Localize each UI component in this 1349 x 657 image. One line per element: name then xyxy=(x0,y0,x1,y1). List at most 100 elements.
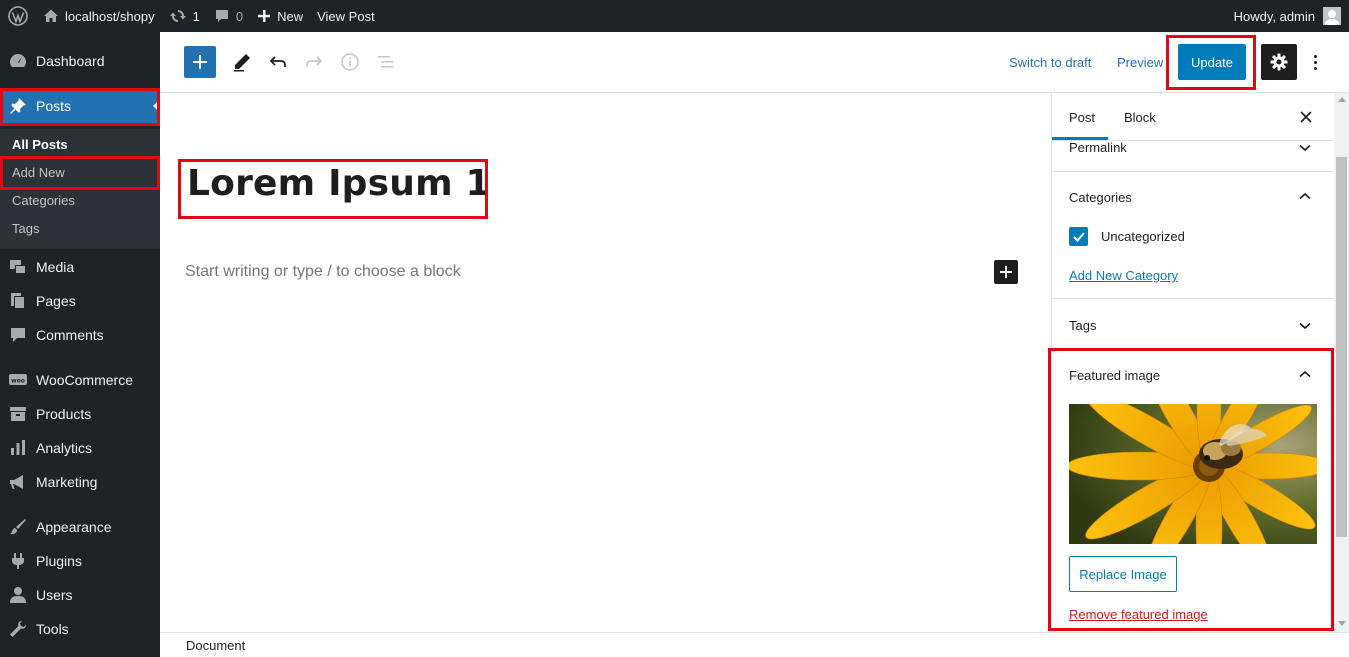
more-options-button[interactable] xyxy=(1305,48,1325,76)
settings-scrollbar[interactable] xyxy=(1334,93,1349,632)
category-checkbox[interactable] xyxy=(1069,227,1088,246)
featured-image-preview[interactable] xyxy=(1069,404,1317,544)
new-label: New xyxy=(277,8,304,24)
sidebar-item-marketing[interactable]: Marketing xyxy=(0,465,160,499)
view-post-link[interactable]: View Post xyxy=(310,0,382,32)
chevron-up-icon[interactable] xyxy=(1295,186,1315,206)
block-inserter-button[interactable] xyxy=(184,46,216,78)
comment-bubble-icon xyxy=(215,10,228,22)
comments-icon xyxy=(0,325,36,345)
chevron-up-icon[interactable] xyxy=(1295,364,1315,384)
checkmark-icon xyxy=(1072,231,1085,242)
sidebar-item-woocommerce[interactable]: woo WooCommerce xyxy=(0,363,160,397)
updates-link[interactable]: 1 xyxy=(162,0,207,32)
sidebar-item-tools[interactable]: Tools xyxy=(0,612,160,646)
bar-chart-icon xyxy=(0,438,36,458)
greeting: Howdy, admin xyxy=(1233,8,1315,24)
replace-image-button[interactable]: Replace Image xyxy=(1069,556,1177,592)
dot xyxy=(1313,66,1317,70)
editor-canvas: Lorem Ipsum 1 Start writing or type / to… xyxy=(160,93,1051,632)
my-account[interactable]: Howdy, admin xyxy=(1234,7,1349,25)
settings-toggle-button[interactable] xyxy=(1261,44,1297,80)
tab-block[interactable]: Block xyxy=(1124,110,1156,125)
info-icon xyxy=(341,53,359,71)
preview-button[interactable]: Preview xyxy=(1117,55,1163,70)
edit-mode-button[interactable] xyxy=(230,50,254,74)
settings-sidebar: Post Block Permalink Categories Uncatego… xyxy=(1051,93,1334,632)
submenu-tags[interactable]: Tags xyxy=(12,221,39,236)
panel-divider xyxy=(1052,349,1334,350)
redo-button[interactable] xyxy=(302,50,326,74)
sidebar-label-dashboard: Dashboard xyxy=(36,53,105,69)
block-placeholder[interactable]: Start writing or type / to choose a bloc… xyxy=(185,263,461,281)
sidebar-item-products[interactable]: Products xyxy=(0,397,160,431)
wrench-icon xyxy=(0,619,36,639)
scroll-up-arrow-icon[interactable] xyxy=(1338,97,1346,102)
current-menu-arrow xyxy=(153,99,160,113)
list-view-button[interactable] xyxy=(374,50,398,74)
sidebar-label-woocommerce: WooCommerce xyxy=(36,372,133,388)
pushpin-icon xyxy=(0,96,36,116)
panel-divider xyxy=(1052,171,1334,172)
sidebar-label-media: Media xyxy=(36,259,75,275)
submenu-categories[interactable]: Categories xyxy=(12,193,75,208)
sidebar-item-analytics[interactable]: Analytics xyxy=(0,431,160,465)
panel-divider xyxy=(1052,298,1334,299)
dot xyxy=(1313,54,1317,58)
featured-image-panel-title[interactable]: Featured image xyxy=(1069,368,1160,383)
update-button[interactable]: Update xyxy=(1178,44,1246,80)
sidebar-label-users: Users xyxy=(36,587,73,603)
site-name: localhost/shopy xyxy=(65,8,155,24)
sidebar-item-media[interactable]: Media xyxy=(0,250,160,284)
plus-icon xyxy=(1000,266,1012,278)
scroll-down-arrow-icon[interactable] xyxy=(1338,621,1346,626)
sidebar-label-analytics: Analytics xyxy=(36,440,93,456)
sidebar-label-marketing: Marketing xyxy=(36,474,98,490)
sidebar-label-comments: Comments xyxy=(36,327,104,343)
posts-submenu: All Posts Add New Categories Tags xyxy=(0,129,160,249)
user-icon xyxy=(0,585,36,605)
close-settings-button[interactable] xyxy=(1296,107,1316,127)
site-name-link[interactable]: localhost/shopy xyxy=(36,0,162,32)
sidebar-item-appearance[interactable]: Appearance xyxy=(0,510,160,544)
categories-panel-title[interactable]: Categories xyxy=(1069,190,1132,205)
sidebar-label-plugins: Plugins xyxy=(36,553,82,569)
add-new-category-link[interactable]: Add New Category xyxy=(1069,268,1178,283)
chevron-down-icon[interactable] xyxy=(1295,316,1315,336)
permalink-panel-title[interactable]: Permalink xyxy=(1069,140,1127,155)
sidebar-item-users[interactable]: Users xyxy=(0,578,160,612)
breadcrumb-document[interactable]: Document xyxy=(186,638,245,653)
submenu-all-posts[interactable]: All Posts xyxy=(12,137,68,152)
paintbrush-icon xyxy=(0,517,36,537)
wordpress-logo-icon[interactable] xyxy=(0,0,36,32)
submenu-add-new[interactable]: Add New xyxy=(12,165,65,180)
switch-to-draft-button[interactable]: Switch to draft xyxy=(1009,55,1091,70)
megaphone-icon xyxy=(0,472,36,492)
chevron-down-icon[interactable] xyxy=(1295,138,1315,158)
svg-text:woo: woo xyxy=(11,378,25,385)
view-post-label: View Post xyxy=(317,8,375,24)
tags-panel-title[interactable]: Tags xyxy=(1069,318,1096,333)
comments-link[interactable]: 0 xyxy=(207,0,250,32)
plus-icon xyxy=(258,10,271,22)
list-view-icon xyxy=(378,56,393,68)
sidebar-item-plugins[interactable]: Plugins xyxy=(0,544,160,578)
post-title[interactable]: Lorem Ipsum 1 xyxy=(187,163,491,204)
sidebar-item-comments[interactable]: Comments xyxy=(0,318,160,352)
sidebar-label-pages: Pages xyxy=(36,293,76,309)
details-button[interactable] xyxy=(338,50,362,74)
new-content-link[interactable]: New xyxy=(250,0,310,32)
sidebar-item-posts[interactable]: Posts xyxy=(0,89,160,123)
sidebar-item-dashboard[interactable]: Dashboard xyxy=(0,44,160,78)
add-block-button[interactable] xyxy=(994,260,1018,284)
remove-featured-image-link[interactable]: Remove featured image xyxy=(1069,607,1208,622)
sidebar-label-tools: Tools xyxy=(36,621,69,637)
sidebar-item-pages[interactable]: Pages xyxy=(0,284,160,318)
tab-post[interactable]: Post xyxy=(1069,110,1095,125)
scroll-thumb[interactable] xyxy=(1336,157,1347,537)
editor-header: Switch to draft Preview Update xyxy=(160,32,1349,93)
category-label: Uncategorized xyxy=(1101,229,1185,244)
plus-icon xyxy=(193,55,207,69)
undo-button[interactable] xyxy=(266,50,290,74)
undo-icon xyxy=(269,56,286,67)
